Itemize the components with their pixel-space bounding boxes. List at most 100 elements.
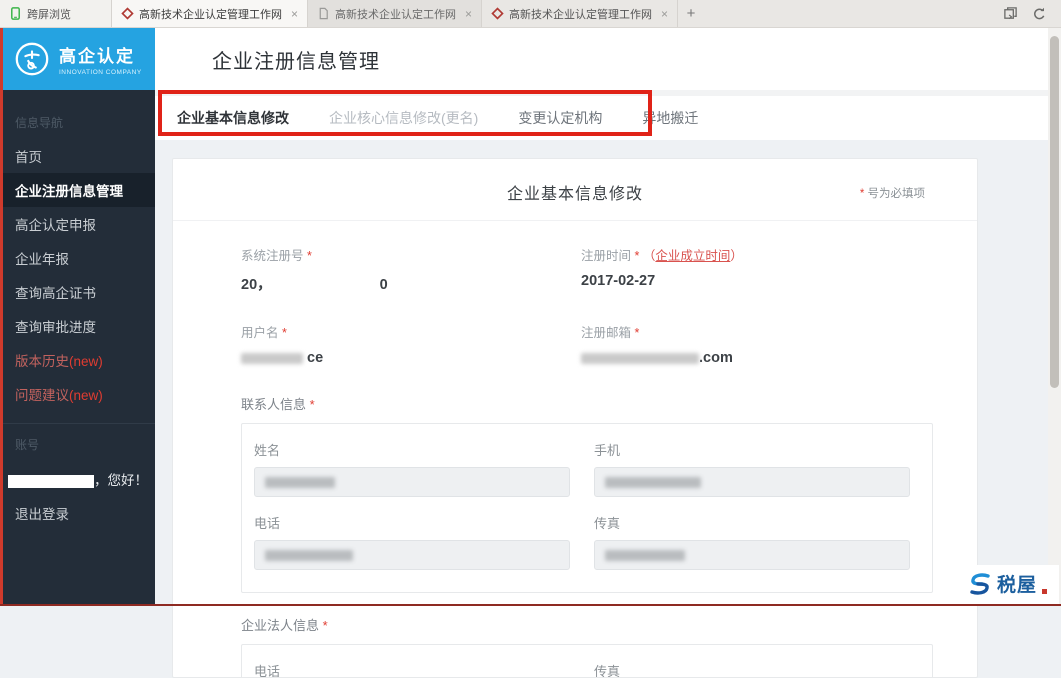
new-tab-button[interactable]: + xyxy=(678,0,704,27)
sidebar-divider xyxy=(0,423,155,424)
reg-no-prefix: 20， xyxy=(241,277,272,293)
vertical-scrollbar[interactable] xyxy=(1048,28,1061,606)
page-header: 企业注册信息管理 xyxy=(155,28,1061,90)
contact-info-box: 姓名 手机 电话 传真 xyxy=(241,423,933,593)
greeting-suffix: ，您好！ xyxy=(94,473,148,488)
required-note-text: 号为必填项 xyxy=(868,188,926,200)
username-suffix: ce xyxy=(307,350,323,366)
field-label: 系统注册号 xyxy=(241,249,304,263)
reg-time-note: （企业成立时间） xyxy=(643,249,743,263)
browser-tab-crossscreen[interactable]: 跨屏浏览 xyxy=(0,0,112,27)
tab-relocation[interactable]: 异地搬迁 xyxy=(642,108,698,128)
sidebar-item-declaration[interactable]: 高企认定申报 xyxy=(0,207,155,241)
scrollbar-thumb[interactable] xyxy=(1050,36,1059,388)
contact-name-input[interactable] xyxy=(254,467,570,497)
field-label: 传真 xyxy=(594,661,910,678)
browser-tab-mgmt-2[interactable]: 高新技术企业认定管理工作网 × xyxy=(482,0,678,27)
field-label: 姓名 xyxy=(254,440,570,459)
sidebar-item-certificate-query[interactable]: 查询高企证书 xyxy=(0,275,155,309)
contact-phone-input[interactable] xyxy=(254,540,570,570)
email-suffix: .com xyxy=(699,350,733,366)
tab-change-agency[interactable]: 变更认定机构 xyxy=(518,108,602,128)
close-icon[interactable]: × xyxy=(465,7,472,21)
redacted-value xyxy=(605,477,701,488)
field-email: 注册邮箱 * .com xyxy=(581,322,933,366)
field-contact-fax: 传真 xyxy=(594,513,910,570)
new-badge: (new) xyxy=(69,388,103,403)
app-logo: 高企认定 INNOVATION COMPANY xyxy=(0,28,155,90)
form-panel-header: 企业基本信息修改 * 号为必填项 xyxy=(173,159,977,221)
redacted-username xyxy=(8,475,94,488)
sidebar-item-feedback[interactable]: 问题建议(new) xyxy=(0,377,155,411)
tab-core-info-edit[interactable]: 企业核心信息修改(更名) xyxy=(329,108,478,128)
field-reg-time: 注册时间 * （企业成立时间） 2017-02-27 xyxy=(581,245,933,294)
tab-basic-info-edit[interactable]: 企业基本信息修改 xyxy=(177,108,289,128)
close-icon[interactable]: × xyxy=(291,7,298,21)
document-icon xyxy=(317,7,330,20)
redacted-value xyxy=(265,477,335,488)
system-reg-no-value: 20， 0 xyxy=(241,273,581,294)
field-label: 电话 xyxy=(254,513,570,532)
section-text: 联系人信息 xyxy=(241,397,306,412)
contact-mobile-input[interactable] xyxy=(594,467,910,497)
required-mark: * xyxy=(860,188,864,200)
redacted-value xyxy=(605,550,685,561)
browser-tab-label: 高新技术企业认定管理工作网 xyxy=(139,6,282,22)
logo-subtitle: INNOVATION COMPANY xyxy=(59,69,142,76)
required-mark: * xyxy=(282,326,287,340)
form-body: 系统注册号 * 20，0 注册时间 * （企业成立时间） 2017-02-27 … xyxy=(173,221,977,678)
browser-tab-work[interactable]: 高新技术企业认定工作网 × xyxy=(308,0,482,27)
undo-refresh-icon[interactable] xyxy=(1032,6,1047,21)
page-title: 企业注册信息管理 xyxy=(212,45,380,74)
required-mark: * xyxy=(307,249,312,263)
contact-fax-input[interactable] xyxy=(594,540,910,570)
sidebar-item-home[interactable]: 首页 xyxy=(0,139,155,173)
site-favicon xyxy=(121,7,134,20)
browser-tab-mgmt-1[interactable]: 高新技术企业认定管理工作网 × xyxy=(112,0,308,27)
logout-button[interactable]: 退出登录 xyxy=(0,496,155,530)
taxhouse-watermark: 税屋 xyxy=(952,565,1059,604)
reg-no-suffix: 0 xyxy=(380,277,388,293)
close-icon[interactable]: × xyxy=(661,7,668,21)
phone-icon xyxy=(9,7,22,20)
section-text: 企业法人信息 xyxy=(241,618,319,633)
browser-tab-label: 高新技术企业认定管理工作网 xyxy=(509,6,652,22)
required-mark: * xyxy=(635,249,640,263)
red-left-edge xyxy=(0,28,3,606)
subtab-bar: 企业基本信息修改 企业核心信息修改(更名) 变更认定机构 异地搬迁 xyxy=(155,90,1061,140)
field-legal-fax: 传真 xyxy=(594,661,910,678)
sidebar-nav: 信息导航 首页 企业注册信息管理 高企认定申报 企业年报 查询高企证书 查询审批… xyxy=(0,90,155,530)
field-label: 电话 xyxy=(254,661,570,678)
sidebar: 高企认定 INNOVATION COMPANY 信息导航 首页 企业注册信息管理… xyxy=(0,28,155,606)
restore-windows-icon[interactable] xyxy=(1003,6,1018,21)
main-area: 企业注册信息管理 企业基本信息修改 企业核心信息修改(更名) 变更认定机构 异地… xyxy=(155,28,1061,606)
sidebar-item-registration-mgmt[interactable]: 企业注册信息管理 xyxy=(0,173,155,207)
taxhouse-s-logo-icon xyxy=(968,572,992,596)
sidebar-section-nav: 信息导航 xyxy=(0,106,155,139)
new-badge: (new) xyxy=(69,354,103,369)
required-mark: * xyxy=(310,397,315,412)
browser-tab-bar: 跨屏浏览 高新技术企业认定管理工作网 × 高新技术企业认定工作网 × 高新技术企… xyxy=(0,0,1061,28)
field-label: 注册邮箱 xyxy=(581,326,631,340)
sidebar-item-label: 问题建议 xyxy=(15,388,69,403)
sidebar-item-annual-report[interactable]: 企业年报 xyxy=(0,241,155,275)
field-username: 用户名 * ce xyxy=(241,322,581,366)
form-title: 企业基本信息修改 xyxy=(173,180,977,204)
required-mark: * xyxy=(635,326,640,340)
field-contact-phone: 电话 xyxy=(254,513,570,570)
sidebar-item-version-history[interactable]: 版本历史(new) xyxy=(0,343,155,377)
sidebar-item-approval-progress[interactable]: 查询审批进度 xyxy=(0,309,155,343)
account-greeting: ，您好！ xyxy=(0,461,155,496)
content-area: 企业基本信息修改 * 号为必填项 系统注册号 * 20， 0 注册时间 * （企业… xyxy=(155,140,1061,606)
founding-time-link[interactable]: 企业成立时间 xyxy=(655,249,730,263)
logo-title: 高企认定 xyxy=(59,42,142,67)
logo-icon xyxy=(13,40,51,78)
taxhouse-dot xyxy=(1042,589,1047,594)
redacted-email-value xyxy=(581,353,699,364)
redacted-value xyxy=(265,550,353,561)
field-contact-mobile: 手机 xyxy=(594,440,910,497)
browser-tab-label: 跨屏浏览 xyxy=(27,6,71,22)
field-label: 注册时间 xyxy=(581,249,631,263)
field-system-reg-no: 系统注册号 * 20， 0 xyxy=(241,245,581,294)
sidebar-section-account: 账号 xyxy=(0,428,155,461)
